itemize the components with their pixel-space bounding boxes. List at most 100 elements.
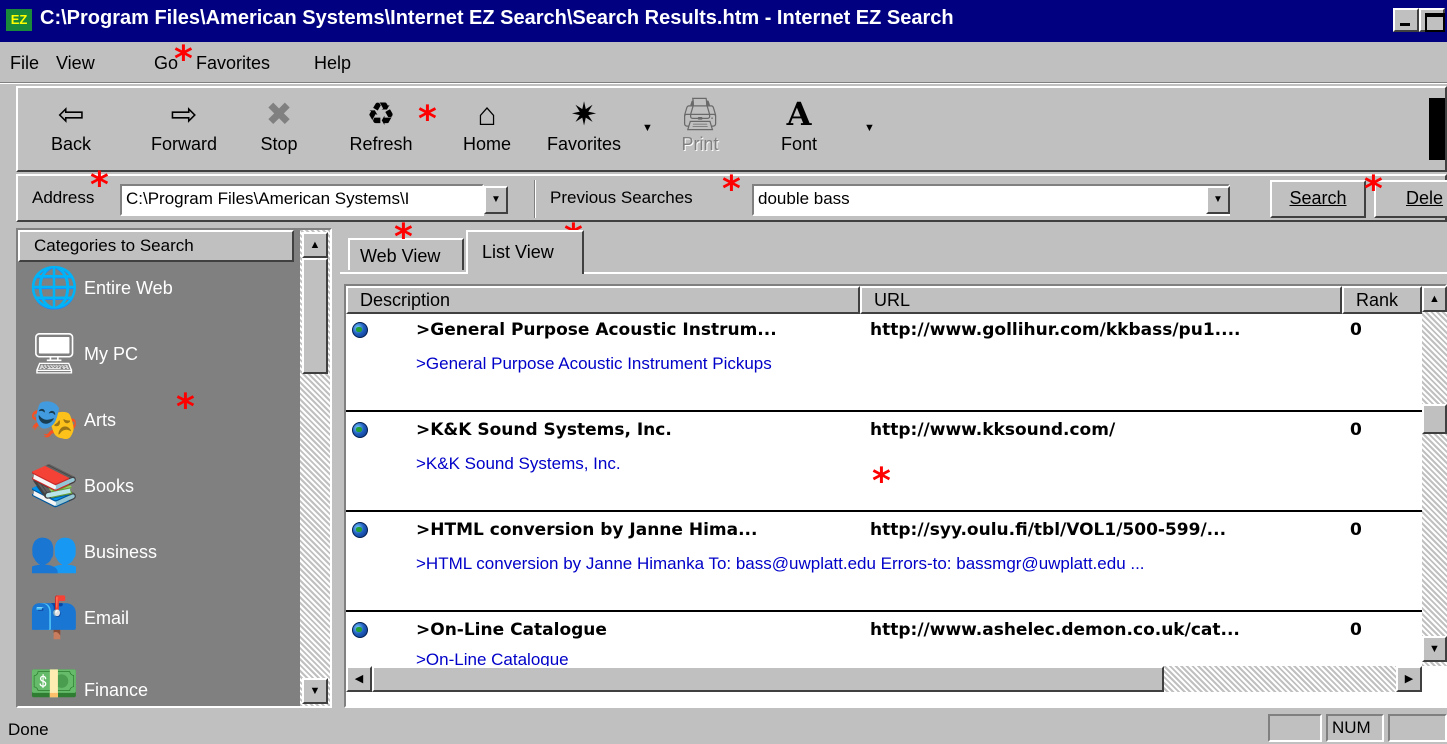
font-icon: A bbox=[786, 95, 812, 133]
scroll-up-arrow-icon[interactable]: ▲ bbox=[1422, 286, 1447, 312]
books-icon: 📚 bbox=[29, 464, 79, 508]
previous-searches-dropdown-button[interactable]: ▼ bbox=[1206, 186, 1230, 214]
results-list: Description URL Rank >General Purpose Ac… bbox=[344, 284, 1447, 708]
results-horizontal-scrollbar[interactable]: ◀ ▶ bbox=[346, 666, 1422, 692]
minimize-button[interactable] bbox=[1393, 8, 1419, 32]
home-icon: ⌂ bbox=[477, 96, 497, 132]
refresh-button[interactable]: ♻ Refresh bbox=[340, 88, 422, 174]
refresh-label: Refresh bbox=[349, 134, 413, 154]
menu-favorites[interactable]: Favorites bbox=[196, 53, 270, 74]
money-icon: 💵 bbox=[29, 662, 79, 706]
result-description-link[interactable]: >On-Line Catalogue bbox=[416, 650, 1416, 666]
favorites-dropdown-arrow-icon[interactable]: ▼ bbox=[642, 122, 653, 134]
result-rank: 0 bbox=[1350, 320, 1362, 340]
throbber-logo bbox=[1429, 98, 1445, 160]
back-button[interactable]: ⇦ Back bbox=[38, 88, 104, 174]
search-button[interactable]: Search bbox=[1270, 180, 1366, 218]
categories-header: Categories to Search bbox=[18, 230, 294, 262]
column-header-url[interactable]: URL bbox=[860, 286, 1342, 314]
maximize-button[interactable] bbox=[1419, 8, 1445, 32]
tab-list-view[interactable]: List View bbox=[466, 230, 584, 274]
category-label: Entire Web bbox=[84, 278, 173, 298]
globe-icon bbox=[352, 622, 368, 638]
category-arts[interactable]: 🎭 Arts bbox=[24, 392, 294, 452]
mailbox-icon: 📫 bbox=[29, 596, 79, 640]
result-rank: 0 bbox=[1350, 520, 1362, 540]
stop-button[interactable]: ✖ Stop bbox=[250, 88, 308, 174]
font-label: Font bbox=[780, 134, 818, 154]
address-dropdown-button[interactable]: ▼ bbox=[484, 186, 508, 214]
print-label: Print bbox=[681, 134, 719, 154]
category-label: My PC bbox=[84, 344, 138, 364]
annotation-marker: * bbox=[872, 461, 891, 502]
num-lock-indicator: NUM bbox=[1326, 714, 1384, 742]
result-row[interactable]: >General Purpose Acoustic Instrum... htt… bbox=[346, 314, 1422, 412]
category-my-pc[interactable]: 🖥 My PC bbox=[24, 326, 294, 386]
menu-file[interactable]: File bbox=[10, 53, 39, 74]
result-title: >HTML conversion by Janne Hima... bbox=[416, 520, 758, 540]
forward-button[interactable]: ⇨ Forward bbox=[142, 88, 226, 174]
font-button[interactable]: A Font bbox=[770, 88, 828, 174]
scroll-down-arrow-icon[interactable]: ▼ bbox=[1422, 636, 1447, 662]
stop-label: Stop bbox=[260, 134, 298, 154]
menu-help[interactable]: Help bbox=[314, 53, 351, 74]
menu-divider bbox=[0, 82, 1447, 84]
result-description-link[interactable]: >General Purpose Acoustic Instrument Pic… bbox=[416, 354, 1416, 374]
category-entire-web[interactable]: 🌐 Entire Web bbox=[24, 260, 294, 320]
status-text: Done bbox=[8, 720, 49, 739]
scroll-thumb[interactable] bbox=[372, 666, 1164, 692]
scroll-thumb[interactable] bbox=[302, 258, 328, 374]
forward-label: Forward bbox=[150, 134, 217, 154]
category-business[interactable]: 👥 Business bbox=[24, 524, 294, 584]
category-label: Arts bbox=[84, 410, 117, 430]
window-title: C:\Program Files\American Systems\Intern… bbox=[40, 7, 954, 29]
annotation-marker: * bbox=[722, 169, 741, 210]
result-description-link[interactable]: >K&K Sound Systems, Inc. bbox=[416, 454, 1416, 474]
business-people-icon: 👥 bbox=[29, 530, 79, 574]
annotation-marker: * bbox=[418, 99, 437, 140]
category-label: Finance bbox=[84, 680, 149, 700]
previous-searches-input[interactable]: double bass bbox=[752, 184, 1230, 216]
forward-arrow-icon: ⇨ bbox=[170, 96, 198, 132]
favorites-button[interactable]: ✷ Favorites bbox=[536, 88, 632, 174]
sidebar-scrollbar[interactable]: ▲ ▼ bbox=[300, 230, 330, 706]
status-pane-empty bbox=[1268, 714, 1322, 742]
previous-searches-label: Previous Searches bbox=[550, 188, 693, 207]
back-arrow-icon: ⇦ bbox=[57, 96, 85, 132]
print-button[interactable]: 🖨 Print bbox=[668, 88, 732, 174]
results-vertical-scrollbar[interactable]: ▲ ▼ bbox=[1422, 286, 1447, 666]
refresh-icon: ♻ bbox=[366, 96, 396, 132]
delete-button[interactable]: Dele bbox=[1374, 180, 1447, 218]
scroll-right-arrow-icon[interactable]: ▶ bbox=[1396, 666, 1422, 692]
scroll-up-arrow-icon[interactable]: ▲ bbox=[302, 232, 328, 258]
category-label: Email bbox=[84, 608, 130, 628]
result-row[interactable]: >HTML conversion by Janne Hima... http:/… bbox=[346, 514, 1422, 612]
scroll-thumb[interactable] bbox=[1422, 404, 1447, 434]
result-description-link[interactable]: >HTML conversion by Janne Himanka To: ba… bbox=[416, 554, 1416, 574]
category-books[interactable]: 📚 Books bbox=[24, 458, 294, 518]
scroll-left-arrow-icon[interactable]: ◀ bbox=[346, 666, 372, 692]
menu-view[interactable]: View bbox=[56, 53, 95, 74]
category-finance[interactable]: 💵 Finance bbox=[24, 656, 294, 706]
scroll-down-arrow-icon[interactable]: ▼ bbox=[302, 678, 328, 704]
favorites-label: Favorites bbox=[546, 134, 622, 154]
result-rank: 0 bbox=[1350, 420, 1362, 440]
home-label: Home bbox=[462, 134, 511, 154]
category-email[interactable]: 📫 Email bbox=[24, 590, 294, 650]
result-title: >General Purpose Acoustic Instrum... bbox=[416, 320, 777, 340]
globe-icon bbox=[352, 322, 368, 338]
result-row[interactable]: >On-Line Catalogue http://www.ashelec.de… bbox=[346, 614, 1422, 666]
home-button[interactable]: ⌂ Home bbox=[452, 88, 522, 174]
font-dropdown-arrow-icon[interactable]: ▼ bbox=[864, 122, 875, 134]
annotation-marker: * bbox=[174, 39, 193, 80]
address-input[interactable]: C:\Program Files\American Systems\I bbox=[120, 184, 484, 216]
column-header-rank[interactable]: Rank bbox=[1342, 286, 1422, 314]
categories-sidebar: Categories to Search 🌐 Entire Web 🖥 My P… bbox=[16, 228, 332, 708]
back-label: Back bbox=[50, 134, 92, 154]
result-title: >K&K Sound Systems, Inc. bbox=[416, 420, 672, 440]
result-url: http://www.ashelec.demon.co.uk/cat... bbox=[870, 620, 1240, 640]
category-label: Business bbox=[84, 542, 158, 562]
globe-icon: 🌐 bbox=[29, 266, 79, 310]
column-header-description[interactable]: Description bbox=[346, 286, 860, 314]
status-bar: Done NUM bbox=[0, 710, 1447, 744]
